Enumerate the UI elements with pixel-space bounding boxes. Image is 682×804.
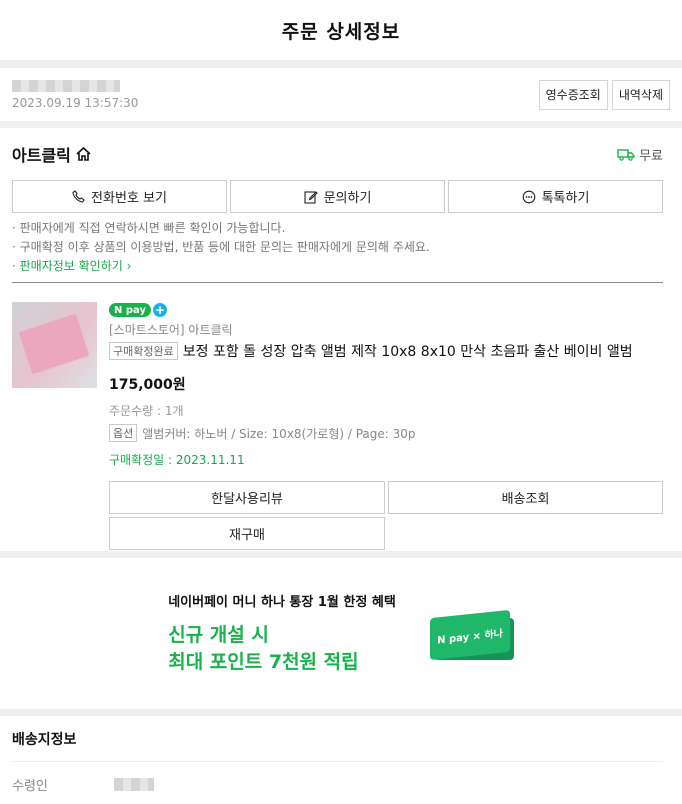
- banner-line-1: 신규 개설 시: [168, 624, 269, 646]
- delivery-fee-label: 무료: [639, 148, 663, 164]
- seller-info-link[interactable]: · 판매자정보 확인하기 ›: [12, 257, 663, 276]
- inquiry-button[interactable]: 문의하기: [230, 180, 445, 213]
- talktalk-button-label: 톡톡하기: [541, 191, 590, 206]
- promo-banner[interactable]: 네이버페이 머니 하나 통장 1월 한정 혜택 신규 개설 시 최대 포인트 7…: [0, 558, 682, 709]
- store-section: 아트클릭 무료 전화번호 보기 문의하기 톡톡하기 · 판매자에게 직접 연락하…: [0, 128, 682, 551]
- truck-icon: [617, 148, 635, 161]
- talktalk-button[interactable]: 톡톡하기: [448, 180, 663, 213]
- phone-button[interactable]: 전화번호 보기: [12, 180, 227, 213]
- item-actions: 한달사용리뷰 배송조회 재구매: [109, 481, 663, 550]
- recipient-label: 수령인: [12, 778, 48, 794]
- seller-notes: · 판매자에게 직접 연락하시면 빠른 확인이 가능합니다. · 구매확정 이후…: [12, 213, 663, 276]
- repurchase-button[interactable]: 재구매: [109, 517, 385, 550]
- order-item: N pay + [스마트스토어] 아트클릭 구매확정완료 보정 포함 돌 성장 …: [12, 283, 663, 550]
- page-title: 주문 상세정보: [281, 20, 401, 43]
- npay-n-icon: N: [114, 304, 126, 316]
- chevron-right-icon: ›: [126, 259, 132, 273]
- item-seller: [스마트스토어] 아트클릭: [109, 323, 233, 337]
- chat-icon: [522, 190, 535, 203]
- note-line: · 구매확정 이후 상품의 이용방법, 반품 등에 대한 문의는 판매자에게 문…: [12, 240, 430, 254]
- track-delivery-button[interactable]: 배송조회: [388, 481, 663, 514]
- delivery-fee: 무료: [617, 145, 663, 164]
- top-bar: 주문 상세정보: [0, 0, 682, 60]
- edit-icon: [304, 190, 318, 204]
- phone-icon: [72, 190, 85, 203]
- bankbook-card-image: N pay × 하나: [429, 609, 514, 660]
- note-line: · 판매자에게 직접 연락하시면 빠른 확인이 가능합니다.: [12, 221, 286, 235]
- banner-line-2: 최대 포인트 7천원 적립: [168, 651, 359, 673]
- order-datetime: 2023.09.19 13:57:30: [12, 95, 139, 110]
- receipt-button[interactable]: 영수증조회: [538, 79, 608, 110]
- status-badge: 구매확정완료: [109, 342, 178, 360]
- delete-history-button[interactable]: 내역삭제: [611, 79, 670, 110]
- npay-plus-badge: N pay +: [109, 302, 663, 318]
- order-detail-page: 주문 상세정보 2023.09.19 13:57:30 영수증조회 내역삭제 아…: [0, 0, 682, 804]
- order-meta: 2023.09.19 13:57:30 영수증조회 내역삭제: [0, 68, 682, 121]
- banner-headline: 네이버페이 머니 하나 통장 1월 한정 혜택: [168, 595, 396, 610]
- shipping-info-section: 배송지정보 수령인: [0, 716, 682, 804]
- masked-recipient-name: [114, 777, 154, 791]
- monthly-review-button[interactable]: 한달사용리뷰: [109, 481, 385, 514]
- plus-icon: +: [152, 303, 167, 317]
- inquiry-button-label: 문의하기: [323, 191, 372, 206]
- purchase-confirm-date: 구매확정일 : 2023.11.11: [109, 453, 245, 467]
- shipping-info-title: 배송지정보: [12, 716, 663, 762]
- contact-actions: 전화번호 보기 문의하기 톡톡하기: [12, 180, 663, 213]
- masked-order-number: [12, 79, 120, 92]
- store-name-link[interactable]: 아트클릭: [12, 142, 92, 166]
- item-price: 175,000원: [109, 377, 186, 393]
- option-tag: 옵션: [109, 424, 138, 442]
- product-thumbnail[interactable]: [12, 302, 97, 388]
- item-quantity: 주문수량 : 1개: [109, 404, 184, 418]
- store-name: 아트클릭: [12, 146, 71, 165]
- option-value: 앨범커버: 하노버 / Size: 10x8(가로형) / Page: 30p: [142, 426, 416, 441]
- phone-button-label: 전화번호 보기: [91, 191, 167, 206]
- product-title[interactable]: 보정 포함 돌 성장 압축 앨범 제작 10x8 8x10 만삭 초음파 출산 …: [183, 341, 633, 361]
- home-icon: [76, 146, 91, 161]
